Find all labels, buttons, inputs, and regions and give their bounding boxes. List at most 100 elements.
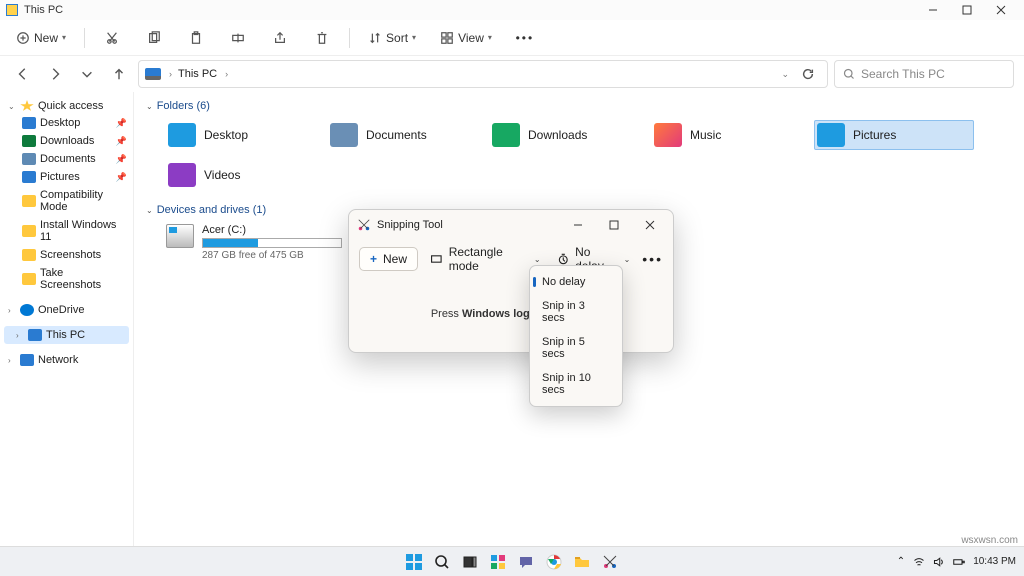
chevron-up-icon[interactable]: ⌃ — [897, 556, 905, 567]
folder-item[interactable]: Downloads — [490, 120, 650, 150]
view-label: View — [458, 31, 484, 45]
folder-item[interactable]: Music — [652, 120, 812, 150]
sidebar-item[interactable]: Downloads📌 — [4, 132, 129, 150]
snipping-tool-button[interactable] — [599, 551, 621, 573]
taskbar: ⌃ 10:43 PM — [0, 546, 1024, 576]
sidebar-item-label: Pictures — [40, 171, 80, 183]
folder-icon — [22, 273, 36, 285]
breadcrumb[interactable]: This PC — [178, 68, 217, 80]
sidebar-item[interactable]: Install Windows 11 — [4, 216, 129, 246]
folder-item[interactable]: Desktop — [166, 120, 326, 150]
new-button[interactable]: New▾ — [10, 27, 72, 49]
folder-icon — [22, 117, 36, 129]
sort-button[interactable]: Sort▾ — [362, 27, 422, 49]
refresh-button[interactable] — [795, 61, 821, 87]
chrome-button[interactable] — [543, 551, 565, 573]
snip-close-button[interactable] — [635, 212, 665, 238]
folder-item[interactable]: Documents — [328, 120, 488, 150]
star-icon — [20, 100, 34, 112]
sidebar-item[interactable]: Compatibility Mode — [4, 186, 129, 216]
sidebar-item-label: Documents — [40, 153, 96, 165]
explorer-button[interactable] — [571, 551, 593, 573]
folder-icon — [22, 171, 36, 183]
recent-button[interactable] — [74, 61, 100, 87]
window-title: This PC — [24, 4, 63, 16]
snip-titlebar: Snipping Tool — [349, 210, 673, 240]
snip-mode-label: Rectangle mode — [449, 245, 528, 273]
menu-item[interactable]: Snip in 10 secs — [530, 366, 622, 402]
clock[interactable]: 10:43 PM — [973, 556, 1016, 567]
battery-icon[interactable] — [953, 556, 965, 568]
paste-button[interactable] — [181, 27, 211, 49]
snip-mode-select[interactable]: Rectangle mode⌄ — [426, 243, 545, 275]
network-header[interactable]: ›Network — [4, 352, 129, 368]
search-placeholder: Search This PC — [861, 67, 945, 81]
sidebar-item-label: Screenshots — [40, 249, 101, 261]
copy-button[interactable] — [139, 27, 169, 49]
task-view-button[interactable] — [459, 551, 481, 573]
sidebar-item-label: Take Screenshots — [40, 267, 127, 291]
snip-minimize-button[interactable] — [563, 212, 593, 238]
snip-new-button[interactable]: +New — [359, 247, 418, 271]
widgets-button[interactable] — [487, 551, 509, 573]
sidebar-item-label: Compatibility Mode — [40, 189, 127, 213]
folder-label: Downloads — [528, 128, 587, 142]
toolbar: New▾ Sort▾ View▾ ••• — [0, 20, 1024, 56]
folder-icon — [22, 153, 36, 165]
volume-icon[interactable] — [933, 556, 945, 568]
search-box[interactable]: Search This PC — [834, 60, 1014, 88]
back-button[interactable] — [10, 61, 36, 87]
delete-button[interactable] — [307, 27, 337, 49]
menu-item[interactable]: Snip in 5 secs — [530, 330, 622, 366]
close-button[interactable] — [984, 0, 1018, 20]
sidebar-item[interactable]: Pictures📌 — [4, 168, 129, 186]
drive-icon — [166, 224, 194, 248]
search-button[interactable] — [431, 551, 453, 573]
pin-icon: 📌 — [116, 154, 127, 165]
wifi-icon[interactable] — [913, 556, 925, 568]
folder-label: Desktop — [204, 128, 248, 142]
onedrive-label: OneDrive — [38, 304, 84, 316]
folder-item[interactable]: Pictures — [814, 120, 974, 150]
share-button[interactable] — [265, 27, 295, 49]
snipping-tool-window: Snipping Tool +New Rectangle mode⌄ No de… — [348, 209, 674, 353]
sidebar-item[interactable]: Screenshots — [4, 246, 129, 264]
chevron-down-icon[interactable]: ⌄ — [781, 69, 789, 80]
start-button[interactable] — [403, 551, 425, 573]
more-button[interactable]: ••• — [510, 27, 540, 49]
minimize-button[interactable] — [916, 0, 950, 20]
up-button[interactable] — [106, 61, 132, 87]
quick-access-label: Quick access — [38, 100, 103, 112]
folder-label: Pictures — [853, 128, 896, 142]
system-tray[interactable]: ⌃ 10:43 PM — [897, 556, 1016, 568]
divider — [84, 28, 85, 48]
snip-new-label: New — [383, 252, 407, 266]
delay-menu: No delaySnip in 3 secsSnip in 5 secsSnip… — [529, 265, 623, 407]
forward-button[interactable] — [42, 61, 68, 87]
cut-button[interactable] — [97, 27, 127, 49]
taskbar-center — [403, 551, 621, 573]
folder-icon — [22, 249, 36, 261]
quick-access-header[interactable]: ⌄Quick access — [4, 98, 129, 114]
folder-icon — [817, 123, 845, 147]
snip-maximize-button[interactable] — [599, 212, 629, 238]
chat-button[interactable] — [515, 551, 537, 573]
maximize-button[interactable] — [950, 0, 984, 20]
this-pc-label: This PC — [46, 329, 85, 341]
sidebar-item-this-pc[interactable]: ›This PC — [4, 326, 129, 344]
address-bar[interactable]: › This PC › ⌄ — [138, 60, 828, 88]
folder-item[interactable]: Videos — [166, 160, 326, 190]
snip-toolbar: +New Rectangle mode⌄ No delay⌄ ••• — [349, 240, 673, 278]
rename-button[interactable] — [223, 27, 253, 49]
drive-usage-bar — [202, 238, 342, 248]
snip-more-button[interactable]: ••• — [642, 251, 663, 267]
watermark: wsxwsn.com — [961, 535, 1018, 546]
folders-section-header[interactable]: ⌄Folders (6) — [146, 96, 1012, 116]
view-button[interactable]: View▾ — [434, 27, 498, 49]
menu-item[interactable]: No delay — [530, 270, 622, 294]
sidebar-item[interactable]: Documents 📌 — [4, 150, 129, 168]
sidebar-item[interactable]: Take Screenshots — [4, 264, 129, 294]
menu-item[interactable]: Snip in 3 secs — [530, 294, 622, 330]
onedrive-header[interactable]: ›OneDrive — [4, 302, 129, 318]
sidebar-item[interactable]: Desktop📌 — [4, 114, 129, 132]
